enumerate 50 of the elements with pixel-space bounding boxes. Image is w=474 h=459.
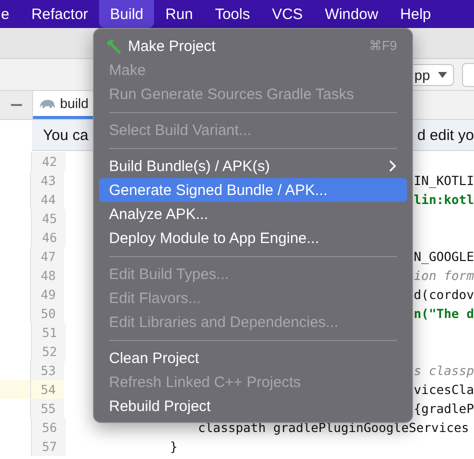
minimize-icon[interactable] — [10, 104, 22, 106]
line-number: 56 — [32, 418, 66, 437]
line-number: 51 — [32, 323, 66, 342]
caret-icon — [438, 72, 447, 78]
menu-title[interactable]: Build — [99, 0, 154, 28]
line-number: 50 — [30, 304, 64, 323]
code-line: d(cordov — [414, 287, 474, 302]
code-line: IN_KOTLI — [414, 173, 474, 188]
code-line: lin:kotl — [414, 192, 474, 207]
menu-item[interactable]: Make Project ⌘F9 — [99, 34, 407, 58]
line-number: 55 — [30, 399, 64, 418]
menu-item[interactable]: Generate Signed Bundle / APK... — [99, 178, 407, 202]
menu-title[interactable]: VCS — [260, 0, 314, 28]
code-line: N_GOOGLE — [414, 249, 474, 264]
line-number: 53 — [30, 361, 64, 380]
elephant-icon — [38, 97, 56, 110]
shortcut-text: ⌘F9 — [368, 38, 397, 54]
line-number: 57 — [32, 437, 66, 456]
line-number: 42 — [32, 152, 66, 171]
menu-title[interactable]: Refactor — [20, 0, 100, 28]
code-line: classpath gradlePluginGoogleServices — [198, 420, 469, 435]
line-number: 47 — [30, 247, 64, 266]
code-line: vicesCla — [414, 382, 474, 397]
line-number: 43 — [30, 171, 64, 190]
banner-text: You ca — [43, 126, 88, 144]
banner-text: d edit yo — [417, 126, 474, 144]
code-line: s classp — [414, 363, 474, 378]
code-line: {gradleP — [414, 401, 474, 416]
hammer-icon — [105, 38, 123, 54]
menu-title[interactable]: Window — [314, 0, 390, 28]
menu-item[interactable]: Clean Project — [99, 346, 407, 370]
code-line: n("The d — [414, 306, 474, 321]
line-number: 46 — [32, 228, 66, 247]
line-number: 48 — [30, 266, 64, 285]
menu-item[interactable]: Analyze APK... — [99, 202, 407, 226]
line-number: 52 — [32, 342, 66, 361]
line-number: 44 — [30, 190, 64, 209]
line-number: 45 — [32, 209, 66, 228]
chevron-right-icon — [389, 160, 397, 172]
code-line: } — [170, 439, 178, 454]
menu-title[interactable]: Tools — [204, 0, 261, 28]
menu-item[interactable]: Rebuild Project — [99, 394, 407, 418]
menu-title[interactable]: e — [0, 0, 20, 28]
menu-title[interactable]: Help — [389, 0, 442, 28]
menu-item[interactable]: Deploy Module to App Engine... — [99, 226, 407, 250]
code-line: ion form — [414, 268, 474, 283]
menu-item[interactable]: Build Bundle(s) / APK(s) — [99, 154, 407, 178]
line-number: 54 — [30, 380, 64, 399]
line-number: 49 — [30, 285, 64, 304]
menu-title[interactable]: Run — [154, 0, 204, 28]
